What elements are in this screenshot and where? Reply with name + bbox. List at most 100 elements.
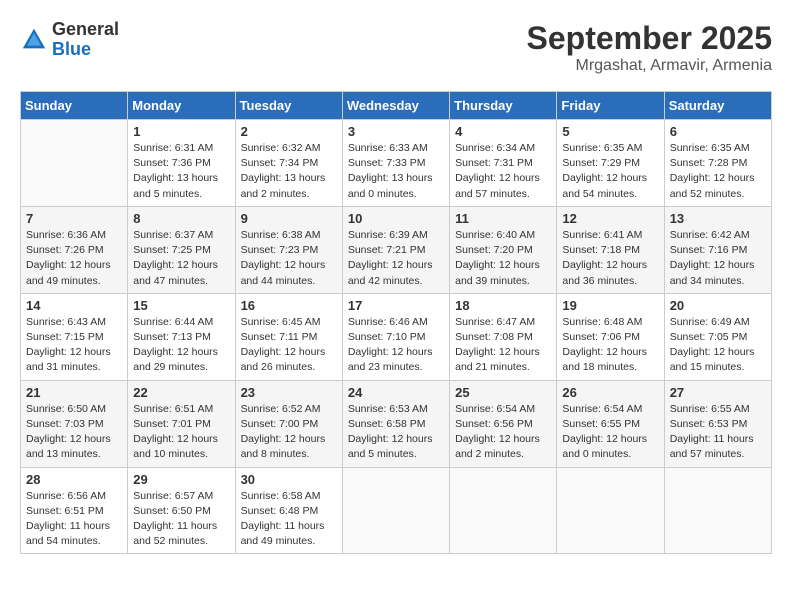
calendar-cell: 10 Sunrise: 6:39 AMSunset: 7:21 PMDayligh… [342, 206, 449, 293]
calendar-cell [342, 467, 449, 554]
day-info: Sunrise: 6:35 AMSunset: 7:29 PMDaylight:… [562, 141, 658, 202]
day-number: 27 [670, 385, 766, 400]
day-info: Sunrise: 6:38 AMSunset: 7:23 PMDaylight:… [241, 228, 337, 289]
day-info: Sunrise: 6:35 AMSunset: 7:28 PMDaylight:… [670, 141, 766, 202]
day-info: Sunrise: 6:40 AMSunset: 7:20 PMDaylight:… [455, 228, 551, 289]
calendar-table: Sunday Monday Tuesday Wednesday Thursday… [20, 91, 772, 554]
day-number: 22 [133, 385, 229, 400]
calendar-week-row: 21Sunrise: 6:50 AMSunset: 7:03 PMDayligh… [21, 380, 772, 467]
calendar-cell [21, 120, 128, 207]
day-number: 24 [348, 385, 444, 400]
day-number: 12 [562, 211, 658, 226]
calendar-cell: 25 Sunrise: 6:54 AMSunset: 6:56 PMDayligh… [450, 380, 557, 467]
calendar-week-row: 1 Sunrise: 6:31 AMSunset: 7:36 PMDaylight… [21, 120, 772, 207]
day-number: 15 [133, 298, 229, 313]
calendar-week-row: 14 Sunrise: 6:43 AMSunset: 7:15 PMDayligh… [21, 293, 772, 380]
calendar-cell: 19Sunrise: 6:48 AMSunset: 7:06 PMDayligh… [557, 293, 664, 380]
col-wednesday: Wednesday [342, 92, 449, 120]
calendar-cell: 9 Sunrise: 6:38 AMSunset: 7:23 PMDaylight… [235, 206, 342, 293]
day-info: Sunrise: 6:45 AMSunset: 7:11 PMDaylight:… [241, 315, 337, 376]
day-info: Sunrise: 6:34 AMSunset: 7:31 PMDaylight:… [455, 141, 551, 202]
logo: General Blue [20, 20, 119, 60]
day-info: Sunrise: 6:41 AMSunset: 7:18 PMDaylight:… [562, 228, 658, 289]
calendar-body: 1 Sunrise: 6:31 AMSunset: 7:36 PMDaylight… [21, 120, 772, 554]
title-block: September 2025 Mrgashat, Armavir, Armeni… [527, 20, 772, 75]
logo-general-text: General [52, 20, 119, 40]
day-number: 25 [455, 385, 551, 400]
day-number: 11 [455, 211, 551, 226]
calendar-cell: 27Sunrise: 6:55 AMSunset: 6:53 PMDayligh… [664, 380, 771, 467]
calendar-cell: 15Sunrise: 6:44 AMSunset: 7:13 PMDayligh… [128, 293, 235, 380]
day-number: 18 [455, 298, 551, 313]
logo-icon [20, 26, 48, 54]
col-monday: Monday [128, 92, 235, 120]
day-info: Sunrise: 6:46 AMSunset: 7:10 PMDaylight:… [348, 315, 444, 376]
day-number: 17 [348, 298, 444, 313]
day-info: Sunrise: 6:32 AMSunset: 7:34 PMDaylight:… [241, 141, 337, 202]
calendar-cell: 18 Sunrise: 6:47 AMSunset: 7:08 PMDayligh… [450, 293, 557, 380]
day-number: 10 [348, 211, 444, 226]
day-info: Sunrise: 6:33 AMSunset: 7:33 PMDaylight:… [348, 141, 444, 202]
calendar-cell: 7 Sunrise: 6:36 AMSunset: 7:26 PMDaylight… [21, 206, 128, 293]
day-info: Sunrise: 6:53 AMSunset: 6:58 PMDaylight:… [348, 402, 444, 463]
day-number: 4 [455, 124, 551, 139]
day-number: 14 [26, 298, 122, 313]
day-number: 2 [241, 124, 337, 139]
day-number: 19 [562, 298, 658, 313]
calendar-week-row: 28Sunrise: 6:56 AMSunset: 6:51 PMDayligh… [21, 467, 772, 554]
calendar-cell: 2 Sunrise: 6:32 AMSunset: 7:34 PMDaylight… [235, 120, 342, 207]
day-number: 1 [133, 124, 229, 139]
day-info: Sunrise: 6:57 AMSunset: 6:50 PMDaylight:… [133, 489, 229, 550]
day-number: 16 [241, 298, 337, 313]
calendar-cell: 3Sunrise: 6:33 AMSunset: 7:33 PMDaylight… [342, 120, 449, 207]
calendar-cell: 20 Sunrise: 6:49 AMSunset: 7:05 PMDayligh… [664, 293, 771, 380]
day-info: Sunrise: 6:47 AMSunset: 7:08 PMDaylight:… [455, 315, 551, 376]
col-thursday: Thursday [450, 92, 557, 120]
day-number: 5 [562, 124, 658, 139]
day-info: Sunrise: 6:52 AMSunset: 7:00 PMDaylight:… [241, 402, 337, 463]
day-info: Sunrise: 6:54 AMSunset: 6:56 PMDaylight:… [455, 402, 551, 463]
day-info: Sunrise: 6:51 AMSunset: 7:01 PMDaylight:… [133, 402, 229, 463]
calendar-cell: 14 Sunrise: 6:43 AMSunset: 7:15 PMDayligh… [21, 293, 128, 380]
calendar-cell: 4 Sunrise: 6:34 AMSunset: 7:31 PMDaylight… [450, 120, 557, 207]
day-number: 20 [670, 298, 766, 313]
calendar-cell [557, 467, 664, 554]
col-tuesday: Tuesday [235, 92, 342, 120]
day-info: Sunrise: 6:42 AMSunset: 7:16 PMDaylight:… [670, 228, 766, 289]
calendar-cell: 16 Sunrise: 6:45 AMSunset: 7:11 PMDayligh… [235, 293, 342, 380]
day-info: Sunrise: 6:31 AMSunset: 7:36 PMDaylight:… [133, 141, 229, 202]
day-number: 28 [26, 472, 122, 487]
day-number: 7 [26, 211, 122, 226]
day-number: 6 [670, 124, 766, 139]
day-info: Sunrise: 6:36 AMSunset: 7:26 PMDaylight:… [26, 228, 122, 289]
day-info: Sunrise: 6:43 AMSunset: 7:15 PMDaylight:… [26, 315, 122, 376]
col-friday: Friday [557, 92, 664, 120]
calendar-cell: 1 Sunrise: 6:31 AMSunset: 7:36 PMDaylight… [128, 120, 235, 207]
logo-blue-text: Blue [52, 40, 119, 60]
col-saturday: Saturday [664, 92, 771, 120]
calendar-cell: 26Sunrise: 6:54 AMSunset: 6:55 PMDayligh… [557, 380, 664, 467]
calendar-header: Sunday Monday Tuesday Wednesday Thursday… [21, 92, 772, 120]
calendar-cell [450, 467, 557, 554]
calendar-cell: 11 Sunrise: 6:40 AMSunset: 7:20 PMDayligh… [450, 206, 557, 293]
calendar-cell: 8Sunrise: 6:37 AMSunset: 7:25 PMDaylight… [128, 206, 235, 293]
col-sunday: Sunday [21, 92, 128, 120]
calendar-cell: 30Sunrise: 6:58 AMSunset: 6:48 PMDayligh… [235, 467, 342, 554]
day-info: Sunrise: 6:49 AMSunset: 7:05 PMDaylight:… [670, 315, 766, 376]
day-number: 13 [670, 211, 766, 226]
calendar-week-row: 7 Sunrise: 6:36 AMSunset: 7:26 PMDaylight… [21, 206, 772, 293]
day-number: 21 [26, 385, 122, 400]
calendar-cell: 24 Sunrise: 6:53 AMSunset: 6:58 PMDayligh… [342, 380, 449, 467]
calendar-cell: 21Sunrise: 6:50 AMSunset: 7:03 PMDayligh… [21, 380, 128, 467]
day-number: 26 [562, 385, 658, 400]
header-row: Sunday Monday Tuesday Wednesday Thursday… [21, 92, 772, 120]
calendar-cell: 17 Sunrise: 6:46 AMSunset: 7:10 PMDayligh… [342, 293, 449, 380]
day-info: Sunrise: 6:58 AMSunset: 6:48 PMDaylight:… [241, 489, 337, 550]
day-info: Sunrise: 6:39 AMSunset: 7:21 PMDaylight:… [348, 228, 444, 289]
day-number: 8 [133, 211, 229, 226]
calendar-cell: 22 Sunrise: 6:51 AMSunset: 7:01 PMDayligh… [128, 380, 235, 467]
day-number: 9 [241, 211, 337, 226]
day-number: 23 [241, 385, 337, 400]
calendar-cell: 6 Sunrise: 6:35 AMSunset: 7:28 PMDaylight… [664, 120, 771, 207]
calendar-cell: 28Sunrise: 6:56 AMSunset: 6:51 PMDayligh… [21, 467, 128, 554]
